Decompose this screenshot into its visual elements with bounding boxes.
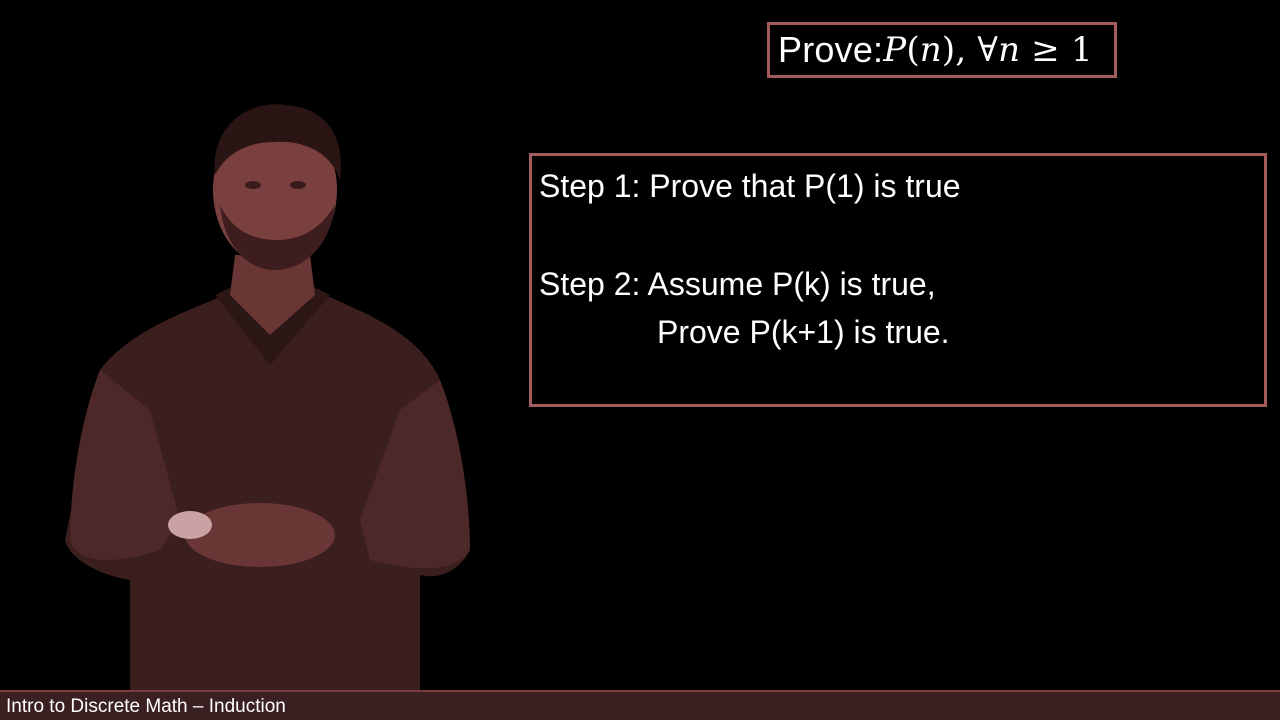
forall-symbol: ∀ (977, 30, 999, 70)
prove-statement-box: Prove: P(n), ∀n ≥ 1 (767, 22, 1117, 78)
step-1-text: Step 1: Prove that P(1) is true (539, 168, 961, 204)
prove-formula: P(n), ∀n ≥ 1 (883, 30, 1093, 70)
prove-label: Prove: (778, 29, 884, 70)
geq-symbol: ≥ (1020, 30, 1071, 70)
course-title: Intro to Discrete Math – Induction (6, 696, 286, 717)
induction-steps-box: Step 1: Prove that P(1) is true Step 2: … (529, 153, 1267, 407)
quantified-variable: n (998, 30, 1021, 70)
step-2-assumption-text: Step 2: Assume P(k) is true, (539, 266, 936, 302)
lower-bound: 1 (1070, 30, 1093, 70)
predicate-symbol: P (883, 30, 907, 70)
step-2-conclusion-text: Prove P(k+1) is true. (657, 314, 950, 350)
close-paren: ) (941, 30, 956, 70)
course-title-bar: Intro to Discrete Math – Induction (0, 690, 1280, 720)
formula-variable: n (919, 30, 942, 70)
video-frame: Prove: P(n), ∀n ≥ 1 Step 1: Prove that P… (0, 0, 1280, 720)
formula-separator: , (955, 30, 978, 70)
presenter-figure (65, 104, 470, 690)
open-paren: ( (906, 30, 920, 70)
